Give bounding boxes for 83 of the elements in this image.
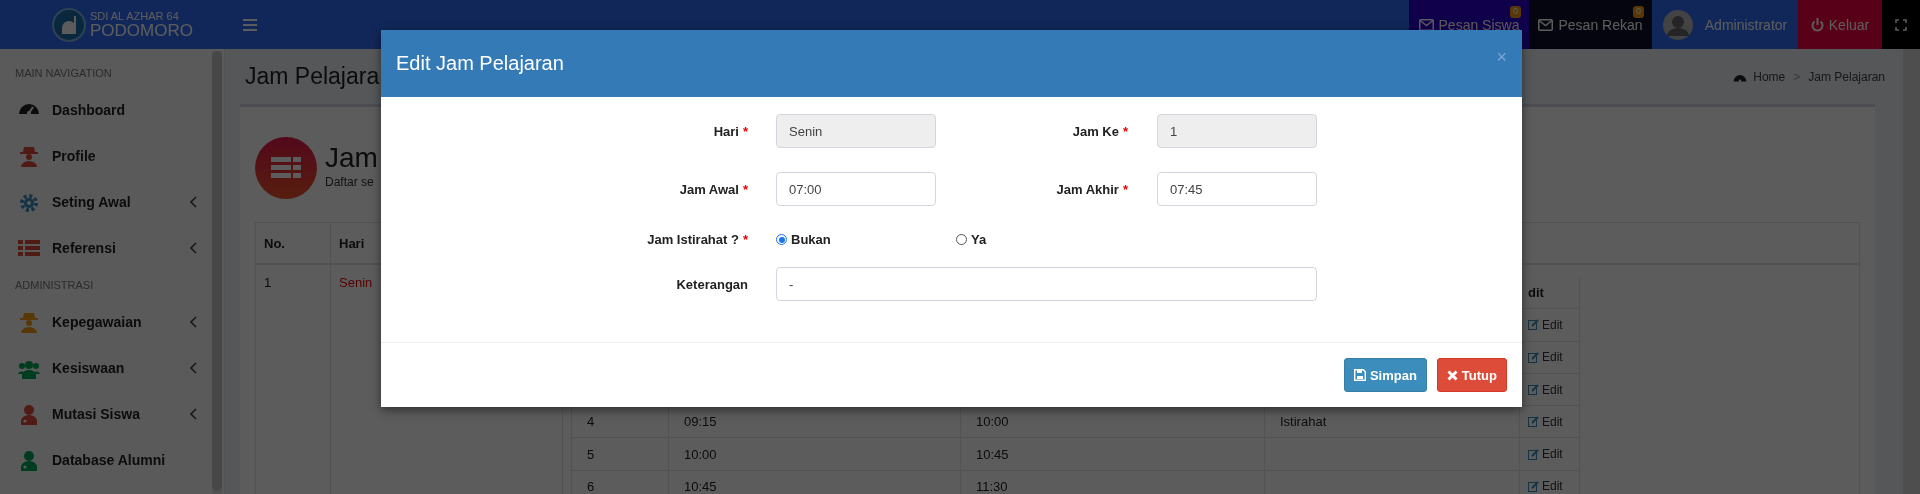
school-name: SDI AL AZHAR 64: [90, 10, 180, 22]
doctor-icon: [18, 403, 40, 425]
dialog-title: Edit Jam Pelajaran: [396, 52, 565, 75]
table-cell: 10:45: [669, 470, 961, 494]
chevron-left-icon: [190, 408, 197, 420]
edit-link[interactable]: Edit: [1528, 382, 1563, 397]
spy-icon: [18, 311, 40, 333]
input-field[interactable]: -: [776, 267, 1317, 301]
save-button[interactable]: Simpan: [1343, 358, 1427, 392]
panel-subtitle: Daftar se: [325, 175, 375, 189]
close-dialog-button[interactable]: Tutup: [1436, 358, 1507, 392]
edit-link[interactable]: Edit: [1528, 414, 1563, 429]
radio-button[interactable]: [776, 234, 787, 245]
column-header: No.: [256, 223, 331, 265]
sidebar-item[interactable]: Dashboard: [0, 87, 212, 133]
sidebar-item[interactable]: Seting Awal: [0, 179, 212, 225]
required-mark: *: [1122, 123, 1128, 139]
breadcrumb-separator: >: [1793, 69, 1801, 84]
edit-link[interactable]: Edit: [1528, 447, 1563, 462]
breadcrumb-current: Jam Pelajaran: [1808, 69, 1885, 84]
close-button[interactable]: ×: [1496, 48, 1507, 66]
breadcrumb-home-link[interactable]: Home: [1733, 69, 1786, 84]
edit-icon: [1528, 448, 1539, 460]
table-cell: 10:45: [961, 438, 1265, 471]
field-label: Jam Akhir: [1056, 181, 1119, 197]
edit-icon: [1528, 480, 1539, 492]
power-icon: [1810, 17, 1824, 32]
count-badge: 0: [1633, 6, 1644, 18]
input-field[interactable]: 07:45: [1157, 172, 1317, 206]
field-label: Hari: [713, 123, 739, 139]
radio-label[interactable]: Ya: [971, 232, 987, 247]
school-location: PODOMORO: [90, 21, 193, 39]
field-label: Jam Istirahat ?: [647, 232, 739, 247]
chevron-left-icon: [190, 316, 197, 328]
messages-button[interactable]: Pesan Rekan 0: [1529, 0, 1652, 49]
required-mark: *: [742, 123, 748, 139]
required-mark: *: [1122, 181, 1128, 197]
table-list-icon: [255, 137, 317, 199]
count-badge: 0: [1510, 6, 1521, 18]
gear-icon: [18, 191, 40, 213]
edit-link[interactable]: Edit: [1528, 317, 1563, 332]
sidebar-item[interactable]: Kepegawaian: [0, 299, 212, 345]
spy-icon: [18, 145, 40, 167]
panel-title: Jam: [325, 141, 378, 175]
edit-link[interactable]: Edit: [1528, 479, 1563, 494]
table-icon: [18, 237, 40, 259]
input-field[interactable]: 07:00: [776, 172, 936, 206]
edit-link[interactable]: Edit: [1528, 350, 1563, 365]
edit-icon: [1528, 416, 1539, 428]
x-mark-icon: [1446, 369, 1458, 381]
school-logo-icon: [52, 7, 86, 42]
required-mark: *: [742, 181, 748, 197]
sidebar-item[interactable]: Kesiswaan: [0, 345, 212, 391]
page-title: Jam Pelajara: [244, 63, 380, 90]
table-cell: 5: [572, 438, 669, 471]
user-avatar-icon: [1662, 9, 1693, 40]
edit-icon: [1528, 384, 1539, 396]
page-scrollbar[interactable]: [1903, 49, 1920, 494]
chevron-left-icon: [190, 196, 197, 208]
chevron-left-icon: [190, 242, 197, 254]
sidebar-item[interactable]: Database Alumni: [0, 437, 212, 483]
table-cell: 10:00: [669, 438, 961, 471]
edit-icon: [1528, 319, 1539, 331]
table-cell: 6: [572, 470, 669, 494]
fullscreen-icon: [1895, 18, 1907, 31]
edit-icon: [1528, 351, 1539, 363]
table-cell: 1: [256, 265, 331, 494]
fullscreen-button[interactable]: [1882, 0, 1920, 49]
sidebar-item[interactable]: Referensi: [0, 225, 212, 271]
chevron-left-icon: [190, 362, 197, 374]
field-label: Jam Ke: [1072, 123, 1119, 139]
radio-label[interactable]: Bukan: [791, 232, 831, 247]
doctor-icon: [18, 449, 40, 471]
logout-button[interactable]: Keluar: [1798, 0, 1882, 49]
field-label: Jam Awal: [679, 181, 739, 197]
sidebar-item[interactable]: Mutasi Siswa: [0, 391, 212, 437]
menu-icon: [243, 18, 257, 31]
radio-button[interactable]: [956, 234, 967, 245]
required-mark: *: [742, 232, 748, 247]
sidebar-item[interactable]: Profile: [0, 133, 212, 179]
envelope-icon: [1538, 18, 1554, 31]
table-cell: 11:30: [961, 470, 1265, 494]
field-label: Keterangan: [676, 276, 748, 292]
